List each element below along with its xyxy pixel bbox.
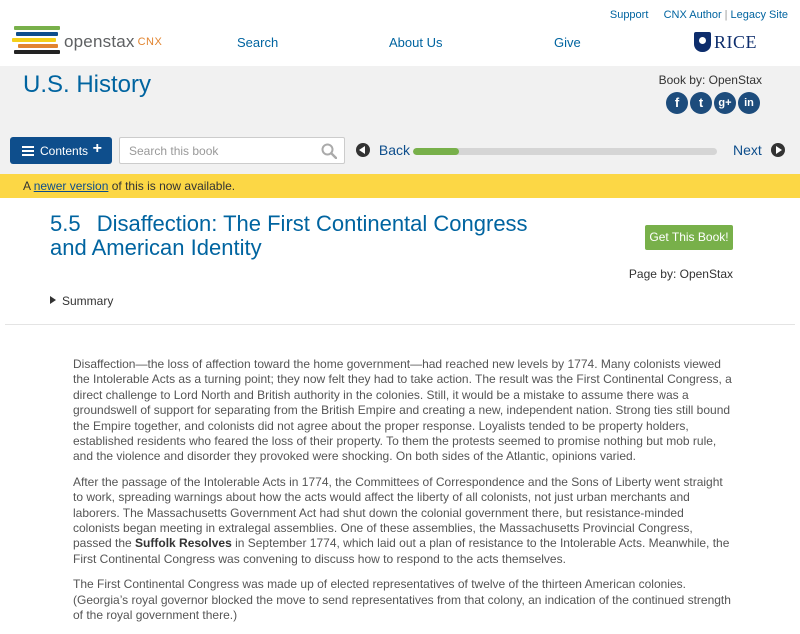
logo-suffix: CNX: [137, 36, 163, 48]
nav-about-us[interactable]: About Us: [389, 35, 442, 50]
module-content: Disaffection—the loss of affection towar…: [73, 357, 733, 634]
nav-give[interactable]: Give: [554, 35, 581, 50]
openstax-cnx-logo[interactable]: openstax CNX: [12, 26, 172, 56]
nav-search[interactable]: Search: [237, 35, 278, 50]
book-progress-bar: [413, 148, 717, 155]
triangle-right-icon: [50, 296, 56, 304]
rice-logo[interactable]: RICE: [694, 32, 757, 54]
linkedin-icon[interactable]: in: [738, 92, 760, 114]
summary-label: Summary: [62, 294, 114, 308]
module-title: 5.5 Disaffection: The First Continental …: [50, 212, 570, 260]
page-author: Page by: OpenStax: [628, 267, 733, 281]
divider: [5, 324, 795, 325]
cnx-author-link[interactable]: CNX Author: [664, 9, 722, 21]
version-notice: A newer version of this is now available…: [0, 174, 800, 198]
utility-links: Support CNX Author | Legacy Site: [609, 9, 788, 21]
arrow-left-icon: [356, 143, 370, 157]
contents-label: Contents: [40, 144, 89, 158]
suffolk-resolves-term: Suffolk Resolves: [135, 536, 232, 551]
book-search-box[interactable]: [119, 137, 345, 164]
module-number: 5.5: [50, 211, 81, 236]
arrow-right-icon: [770, 143, 785, 157]
twitter-icon[interactable]: t: [690, 92, 712, 114]
rice-shield-icon: [694, 32, 711, 52]
module-title-text: Disaffection: The First Continental Cong…: [50, 211, 528, 260]
summary-toggle[interactable]: Summary: [50, 294, 113, 308]
support-link[interactable]: Support: [610, 9, 649, 21]
progress-fill: [413, 148, 459, 155]
book-author: Book by: OpenStax: [658, 73, 762, 87]
contents-button[interactable]: Contents +: [10, 137, 112, 164]
search-icon[interactable]: [321, 143, 337, 159]
book-stack-icon: [12, 26, 60, 56]
legacy-site-link[interactable]: Legacy Site: [731, 9, 788, 21]
get-this-book-button[interactable]: Get This Book!: [645, 225, 733, 250]
paragraph-3: The First Continental Congress was made …: [73, 577, 731, 623]
back-label: Back: [378, 142, 411, 158]
next-button[interactable]: Next: [733, 142, 785, 158]
paragraph-1: Disaffection—the loss of affection towar…: [73, 357, 732, 464]
google-plus-icon[interactable]: g+: [714, 92, 736, 114]
back-button[interactable]: Back: [356, 142, 410, 158]
book-search-input[interactable]: [120, 138, 310, 163]
plus-icon: +: [92, 140, 102, 157]
facebook-icon[interactable]: f: [666, 92, 688, 114]
newer-version-link[interactable]: newer version: [34, 179, 109, 193]
site-header: openstax CNX Support CNX Author | Legacy Si…: [0, 0, 800, 66]
book-toolbar: Contents + Back Next: [0, 128, 800, 174]
logo-text: openstax: [64, 32, 135, 51]
list-icon: [22, 146, 34, 156]
paragraph-2: After the passage of the Intolerable Act…: [73, 474, 730, 566]
next-label: Next: [733, 142, 762, 158]
book-title: U.S. History: [23, 71, 152, 98]
book-title-band: U.S. History Book by: OpenStax f t g+ in: [0, 66, 800, 128]
